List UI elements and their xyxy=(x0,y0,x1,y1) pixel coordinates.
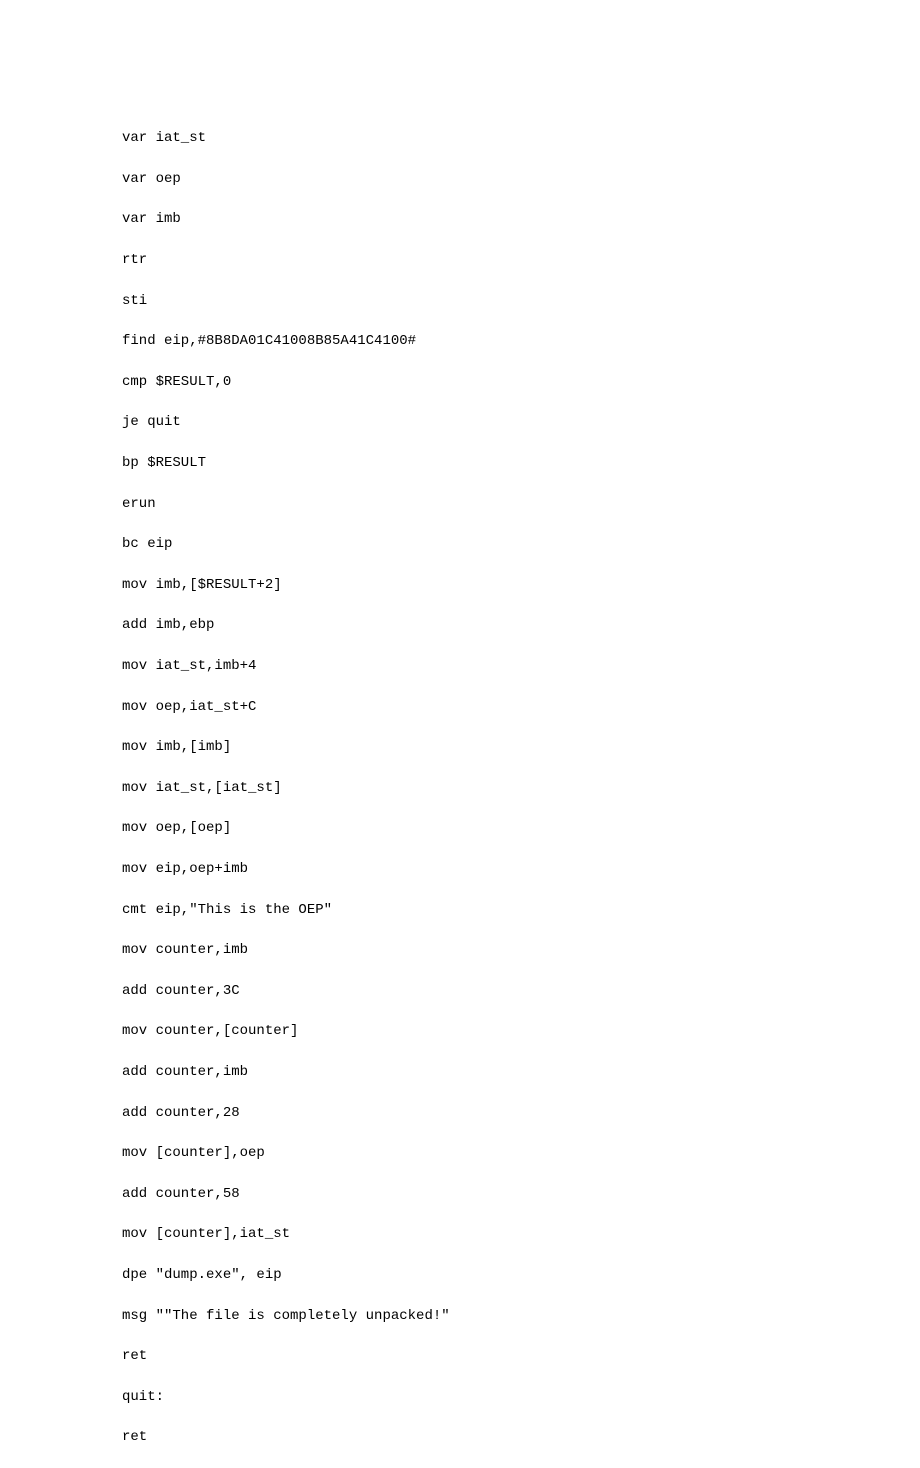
code-line: mov imb,[$RESULT+2] xyxy=(122,575,920,595)
code-line: bc eip xyxy=(122,534,920,554)
code-line: ret xyxy=(122,1346,920,1366)
code-line: cmp $RESULT,0 xyxy=(122,372,920,392)
code-line: mov oep,iat_st+C xyxy=(122,697,920,717)
code-line: find eip,#8B8DA01C41008B85A41C4100# xyxy=(122,331,920,351)
code-line: add imb,ebp xyxy=(122,615,920,635)
code-line: mov oep,[oep] xyxy=(122,818,920,838)
code-line: add counter,28 xyxy=(122,1103,920,1123)
code-line: mov eip,oep+imb xyxy=(122,859,920,879)
code-line: var oep xyxy=(122,169,920,189)
code-line: mov counter,[counter] xyxy=(122,1021,920,1041)
code-line: mov imb,[imb] xyxy=(122,737,920,757)
code-line: ret xyxy=(122,1427,920,1447)
code-line: add counter,3C xyxy=(122,981,920,1001)
code-line: bp $RESULT xyxy=(122,453,920,473)
code-line: erun xyxy=(122,494,920,514)
code-line: cmt eip,"This is the OEP" xyxy=(122,900,920,920)
code-line: mov counter,imb xyxy=(122,940,920,960)
code-listing: var iat_st var oep var imb rtr sti find … xyxy=(0,0,920,1468)
code-line: mov iat_st,imb+4 xyxy=(122,656,920,676)
code-line: mov [counter],iat_st xyxy=(122,1224,920,1244)
code-line: add counter,58 xyxy=(122,1184,920,1204)
code-line: mov iat_st,[iat_st] xyxy=(122,778,920,798)
code-line: je quit xyxy=(122,412,920,432)
code-line: add counter,imb xyxy=(122,1062,920,1082)
code-line: quit: xyxy=(122,1387,920,1407)
code-line: var iat_st xyxy=(122,128,920,148)
code-line: mov [counter],oep xyxy=(122,1143,920,1163)
code-line: dpe "dump.exe", eip xyxy=(122,1265,920,1285)
code-line: rtr xyxy=(122,250,920,270)
code-line: msg ""The file is completely unpacked!" xyxy=(122,1306,920,1326)
code-line: var imb xyxy=(122,209,920,229)
code-line: sti xyxy=(122,291,920,311)
